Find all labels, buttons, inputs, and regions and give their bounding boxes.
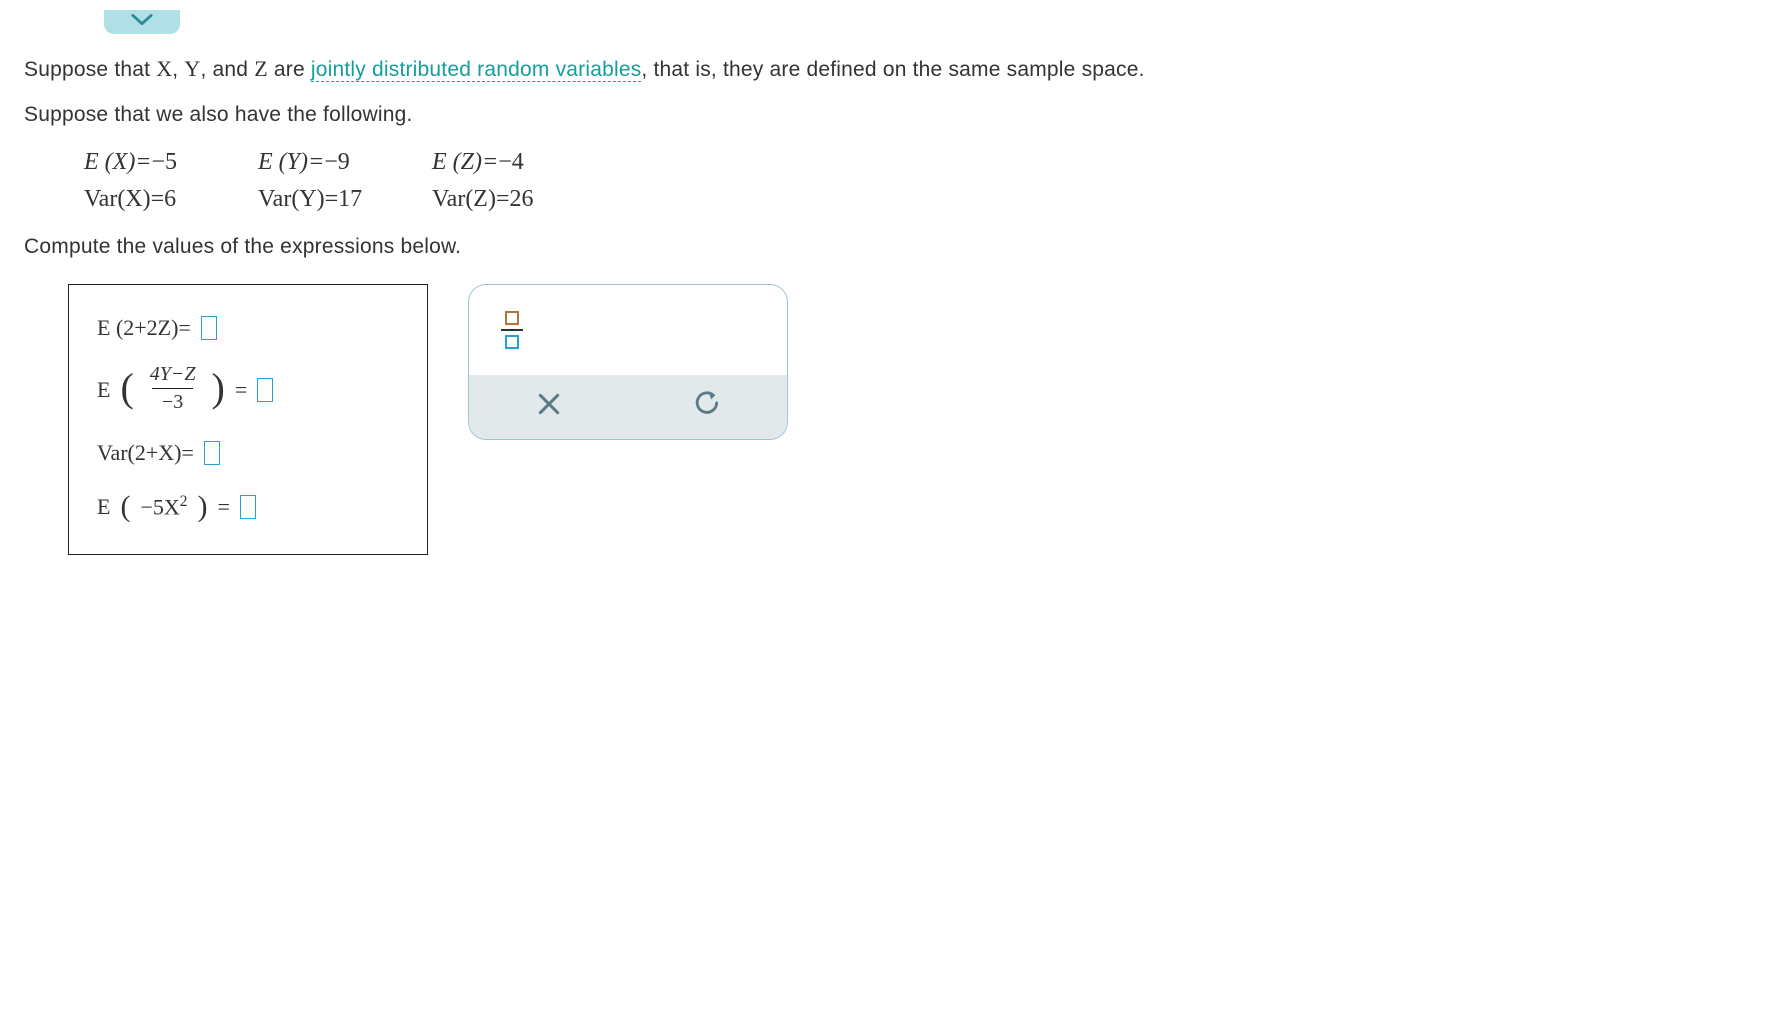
expr-4-E: E: [97, 494, 110, 520]
answer-input-3[interactable]: [204, 441, 220, 465]
undo-icon: [695, 391, 721, 423]
answer-box: E (2+2Z)= E ( 4Y−Z −3 ) = Var(2+X)= E ( …: [68, 284, 428, 555]
intro-text-2: ,: [172, 58, 184, 81]
intro-text-1: Suppose that: [24, 58, 156, 81]
expr-3: Var(2+X)=: [97, 440, 399, 466]
expr-1-label: E (2+2Z)=: [97, 315, 191, 341]
rparen-icon: ): [212, 372, 225, 404]
answer-input-4[interactable]: [240, 495, 256, 519]
expr-2-eq: =: [235, 377, 247, 403]
fraction-tool-button[interactable]: [489, 305, 535, 355]
expr-2-num: 4Y−Z: [146, 363, 200, 388]
expr-4: E ( −5X2 ) =: [97, 490, 399, 524]
tool-bottom-row: [469, 375, 787, 439]
var-z-val: Var(Z)=26: [432, 186, 582, 213]
undo-button[interactable]: [648, 383, 768, 431]
link-joint-distribution[interactable]: jointly distributed random variables: [311, 58, 642, 82]
tool-top-row: [469, 285, 787, 375]
intro-text-3: , and: [200, 58, 254, 81]
given-values: E (X)=−5 E (Y)=−9 E (Z)=−4 Var(X)=6 Var(…: [84, 149, 1750, 213]
given-row-expectations: E (X)=−5 E (Y)=−9 E (Z)=−4: [84, 149, 1750, 176]
answer-input-1[interactable]: [201, 316, 217, 340]
expr-4-inner: −5X2: [140, 493, 187, 520]
close-icon: [536, 391, 562, 423]
lparen2-icon: (: [120, 490, 130, 524]
compute-line: Compute the values of the expressions be…: [24, 231, 1750, 264]
expr-3-label: Var(2+X)=: [97, 440, 194, 466]
rparen2-icon: ): [197, 490, 207, 524]
lparen-icon: (: [120, 372, 133, 404]
expr-4-eq: =: [217, 494, 229, 520]
var-y: Y: [184, 56, 200, 81]
fraction-icon: [501, 311, 523, 349]
e-x: E (X)=−5: [84, 149, 234, 176]
clear-button[interactable]: [489, 383, 609, 431]
expr-2-den: −3: [152, 388, 193, 414]
var-y-val: Var(Y)=17: [258, 186, 408, 213]
answer-input-2[interactable]: [257, 378, 273, 402]
chevron-down-icon: [131, 11, 153, 33]
tool-panel: [468, 284, 788, 440]
intro-paragraph: Suppose that X, Y, and Z are jointly dis…: [24, 52, 1750, 87]
intro-text-5: , that is, they are defined on the same …: [641, 58, 1144, 81]
line-2: Suppose that we also have the following.: [24, 99, 1750, 132]
var-x: X: [156, 56, 172, 81]
expr-2-fraction: 4Y−Z −3: [146, 363, 200, 414]
expr-2: E ( 4Y−Z −3 ) =: [97, 365, 399, 416]
e-y: E (Y)=−9: [258, 149, 408, 176]
expand-tab[interactable]: [104, 10, 180, 34]
intro-text-4: are: [268, 58, 311, 81]
expr-2-E: E: [97, 377, 110, 403]
expr-1: E (2+2Z)=: [97, 315, 399, 341]
var-x-val: Var(X)=6: [84, 186, 234, 213]
e-z: E (Z)=−4: [432, 149, 582, 176]
given-row-variances: Var(X)=6 Var(Y)=17 Var(Z)=26: [84, 186, 1750, 213]
var-z: Z: [254, 56, 268, 81]
